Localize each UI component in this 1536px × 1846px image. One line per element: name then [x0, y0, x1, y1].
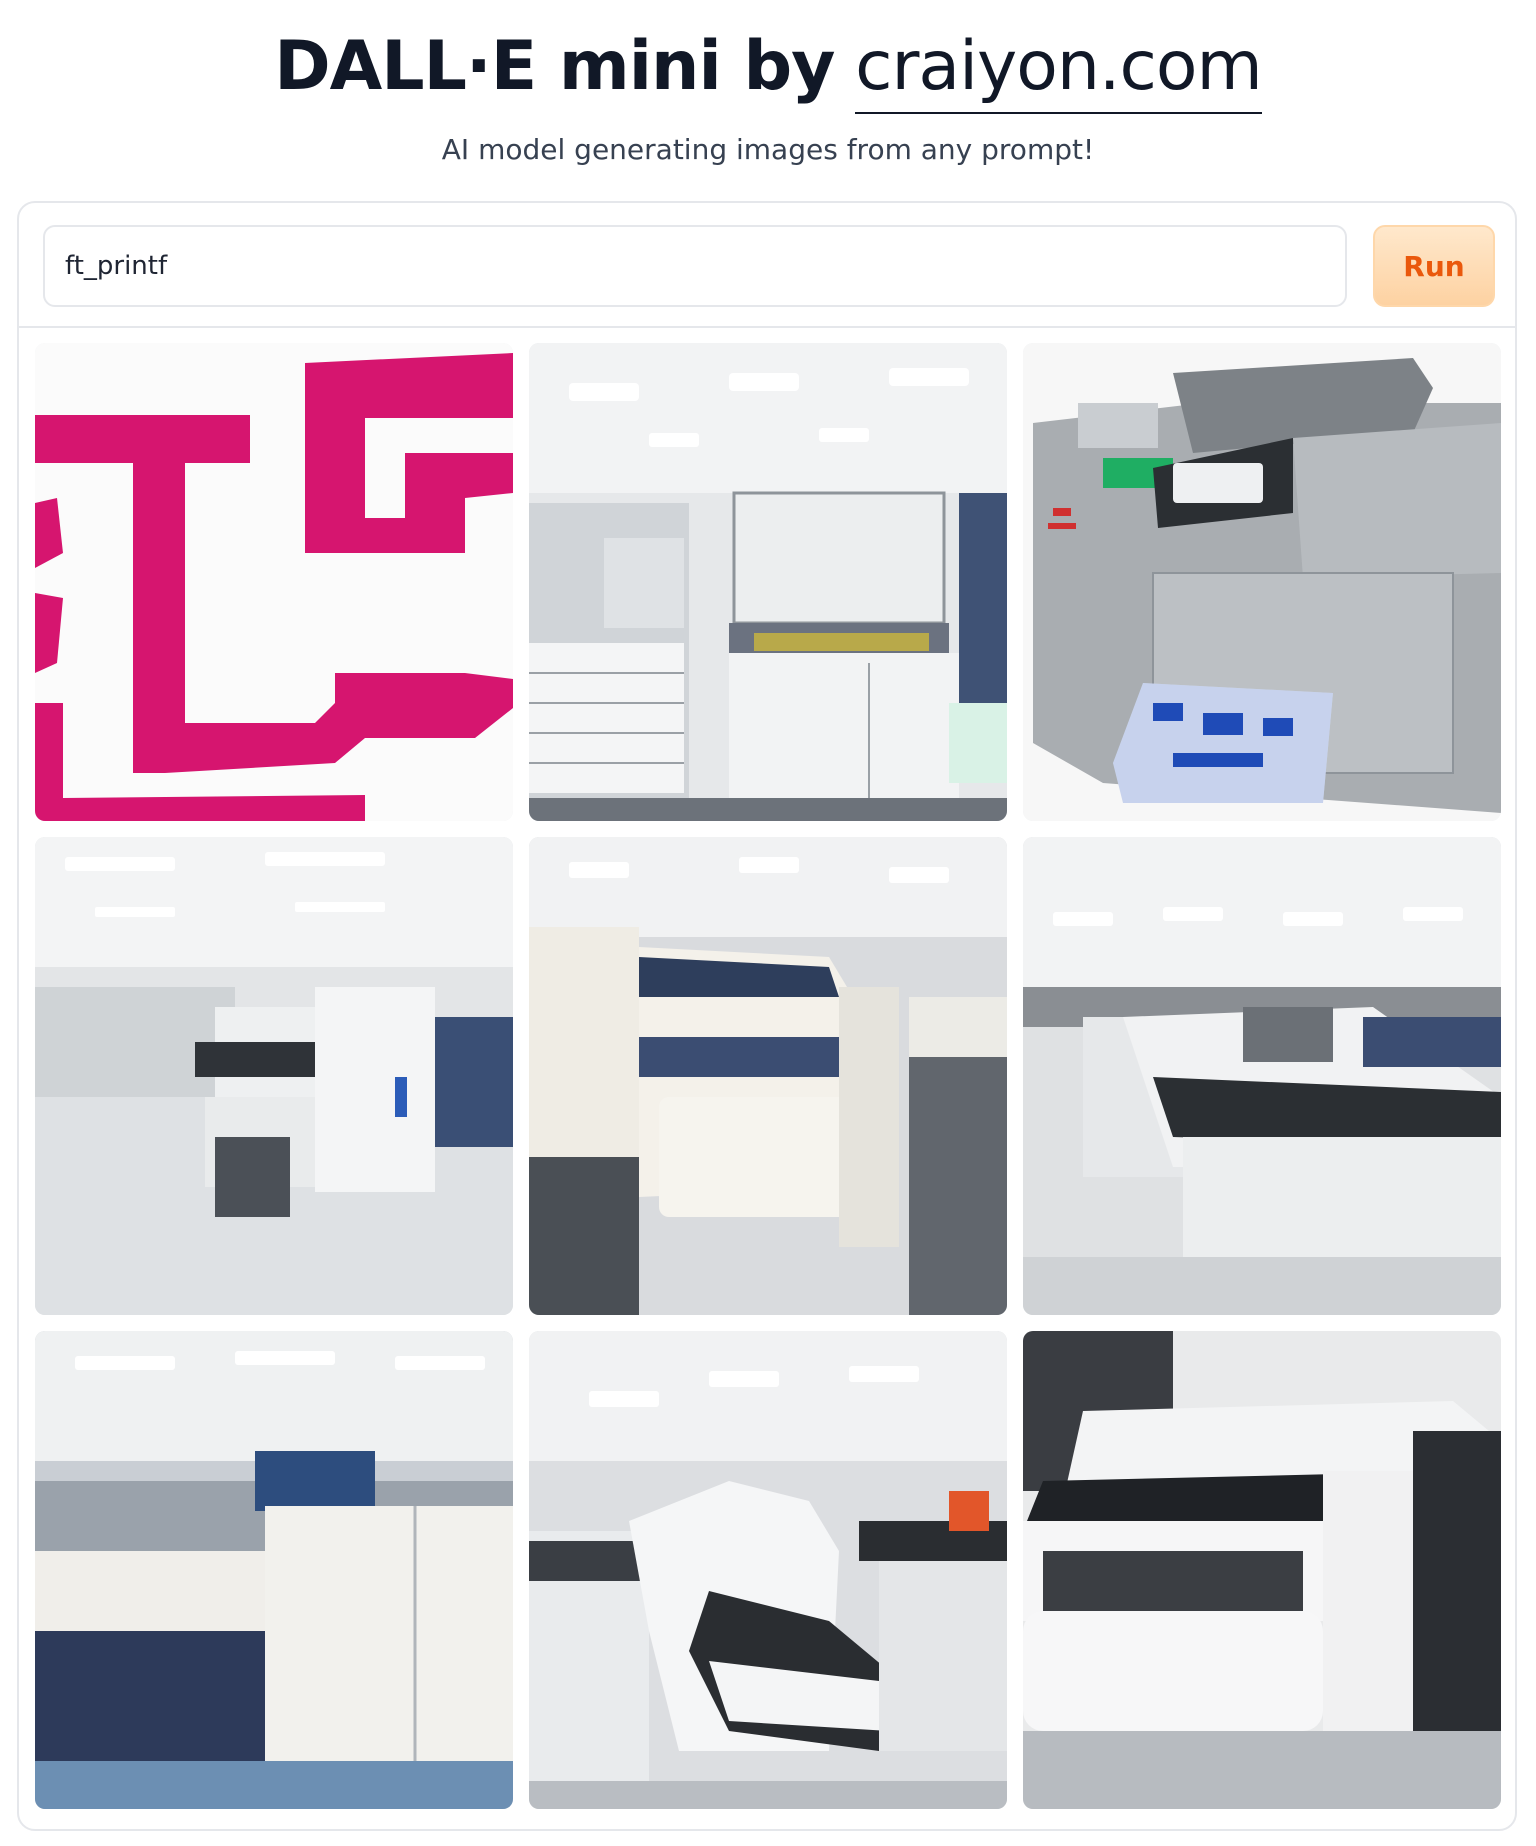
generated-image-3[interactable]	[1023, 343, 1501, 821]
magenta-logo-image	[35, 343, 513, 821]
run-button[interactable]: Run	[1373, 225, 1495, 307]
generated-image-6[interactable]	[1023, 837, 1501, 1315]
large-format-printer-image	[1023, 1331, 1501, 1809]
page-subtitle: AI model generating images from any prom…	[441, 133, 1095, 166]
generated-image-2[interactable]	[529, 343, 1007, 821]
image-gallery	[35, 343, 1501, 1819]
generated-image-8[interactable]	[529, 1331, 1007, 1809]
printer-room-image	[1023, 837, 1501, 1315]
printer-room-image	[529, 343, 1007, 821]
printer-room-image	[529, 837, 1007, 1315]
printer-room-image	[35, 837, 513, 1315]
generated-image-7[interactable]	[35, 1331, 513, 1809]
generated-image-9[interactable]	[1023, 1331, 1501, 1809]
generated-image-5[interactable]	[529, 837, 1007, 1315]
craiyon-link[interactable]: craiyon.com	[855, 27, 1263, 114]
generated-image-4[interactable]	[35, 837, 513, 1315]
prompt-input[interactable]	[43, 225, 1347, 307]
desktop-printer-image	[1023, 343, 1501, 821]
prompt-toolbar: Run	[19, 203, 1515, 328]
generated-image-1[interactable]	[35, 343, 513, 821]
printer-room-image	[529, 1331, 1007, 1809]
title-text: DALL·E mini by	[274, 27, 835, 106]
generator-panel: Run	[17, 201, 1517, 1831]
page-title: DALL·E mini by craiyon.com	[0, 22, 1536, 114]
printer-room-image	[35, 1331, 513, 1809]
